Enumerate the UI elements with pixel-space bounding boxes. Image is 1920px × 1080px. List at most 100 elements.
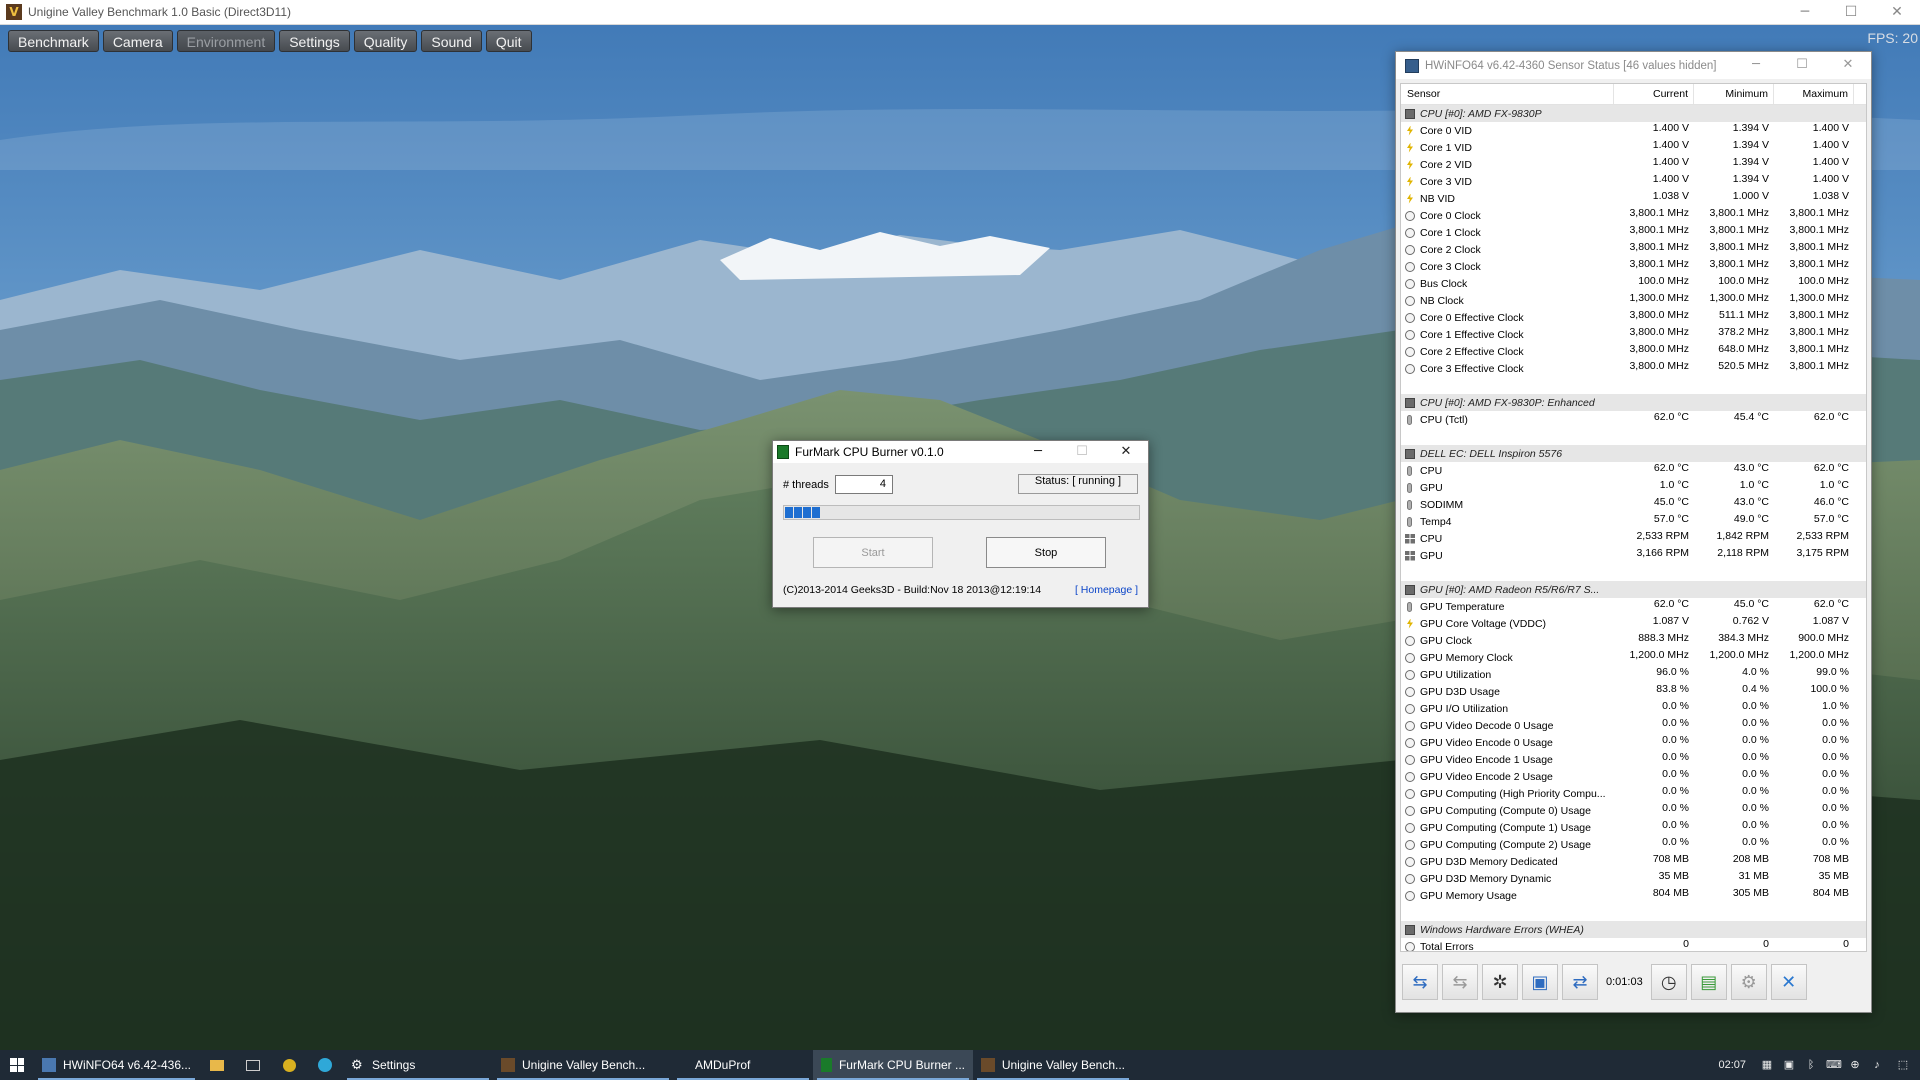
sensor-row[interactable]: GPU Computing (High Priority Compu... 0.0… (1401, 785, 1866, 802)
sensor-row[interactable]: Core 0 Effective Clock 3,800.0 MHz 511.1 M… (1401, 309, 1866, 326)
stop-button[interactable]: Stop (986, 537, 1106, 568)
sensor-row[interactable]: Core 2 VID 1.400 V 1.394 V 1.400 V (1401, 156, 1866, 173)
sensor-row[interactable]: NB Clock 1,300.0 MHz 1,300.0 MHz 1,300.0 MH… (1401, 292, 1866, 309)
clock-icon[interactable]: ◷ (1650, 964, 1687, 1000)
sensor-row[interactable]: CPU (Tctl) 62.0 °C 45.4 °C 62.0 °C (1401, 411, 1866, 428)
menu-quality-button[interactable]: Quality (353, 30, 418, 52)
start-button[interactable]: Start (813, 537, 933, 568)
network-icon[interactable]: ⊕ (1848, 1058, 1862, 1072)
menu-quit-button[interactable]: Quit (485, 30, 532, 52)
sensor-row[interactable]: GPU Core Voltage (VDDC) 1.087 V 0.762 V 1.0… (1401, 615, 1866, 632)
sensor-row[interactable]: GPU 1.0 °C 1.0 °C 1.0 °C (1401, 479, 1866, 496)
sensor-row[interactable]: GPU Memory Usage 804 MB 305 MB 804 MB (1401, 887, 1866, 904)
furmark-minimize-button[interactable]: ─ (1016, 441, 1060, 463)
bluetooth-icon[interactable]: ᛒ (1804, 1058, 1818, 1072)
homepage-link[interactable]: [ Homepage ] (1075, 584, 1138, 596)
hwinfo-minimize-button[interactable]: ─ (1733, 52, 1779, 79)
sensor-maximum-value: 35 MB (1818, 870, 1849, 882)
input-method-icon[interactable]: ⌨ (1826, 1058, 1842, 1072)
threads-input[interactable]: 4 (835, 475, 893, 494)
app-yellow-icon[interactable] (271, 1050, 307, 1080)
sensor-row[interactable]: Core 0 Clock 3,800.1 MHz 3,800.1 MHz 3,800.… (1401, 207, 1866, 224)
menu-environment-button[interactable]: Environment (176, 30, 276, 52)
sensor-row[interactable]: Temp4 57.0 °C 49.0 °C 57.0 °C (1401, 513, 1866, 530)
sensor-row[interactable]: Core 3 Effective Clock 3,800.0 MHz 520.5 M… (1401, 360, 1866, 377)
sensor-row[interactable]: GPU Video Encode 2 Usage 0.0 % 0.0 % 0.0 % (1401, 768, 1866, 785)
sensor-row[interactable]: NB VID 1.038 V 1.000 V 1.038 V (1401, 190, 1866, 207)
notification-icon[interactable]: ⬚ (1896, 1058, 1910, 1072)
sensor-row[interactable]: GPU Memory Clock 1,200.0 MHz 1,200.0 MHz 1,… (1401, 649, 1866, 666)
add-log-icon[interactable]: ▤ (1690, 964, 1727, 1000)
sensor-row[interactable]: Core 3 Clock 3,800.1 MHz 3,800.1 MHz 3,800.… (1401, 258, 1866, 275)
start-button[interactable] (0, 1050, 34, 1080)
edge-browser-icon[interactable] (307, 1050, 343, 1080)
taskbar-item-unigine-2[interactable]: Unigine Valley Bench... (973, 1050, 1133, 1080)
furmark-titlebar[interactable]: FurMark CPU Burner v0.1.0 ─ ☐ ✕ (773, 441, 1148, 463)
sensor-row[interactable]: Core 1 Clock 3,800.1 MHz 3,800.1 MHz 3,800.… (1401, 224, 1866, 241)
sensor-row[interactable]: SODIMM 45.0 °C 43.0 °C 46.0 °C (1401, 496, 1866, 513)
sensor-row[interactable]: GPU Computing (Compute 2) Usage 0.0 % 0.0 … (1401, 836, 1866, 853)
sensor-row[interactable]: GPU D3D Usage 83.8 % 0.4 % 100.0 % (1401, 683, 1866, 700)
taskbar-item-hwinfo[interactable]: HWiNFO64 v6.42-436... (34, 1050, 199, 1080)
network-icon[interactable]: ⇄ (1562, 964, 1598, 1000)
sensor-row[interactable]: GPU D3D Memory Dedicated 708 MB 208 MB 708 … (1401, 853, 1866, 870)
maximize-button[interactable]: ☐ (1828, 0, 1874, 25)
hwinfo-titlebar[interactable]: HWiNFO64 v6.42-4360 Sensor Status [46 va… (1396, 52, 1871, 79)
hwinfo-maximize-button[interactable]: ☐ (1779, 52, 1825, 79)
furmark-close-button[interactable]: ✕ (1104, 441, 1148, 463)
forward-arrows-icon[interactable]: ⇆ (1442, 964, 1478, 1000)
settings-gear-icon[interactable]: ⚙ (1730, 964, 1767, 1000)
column-maximum[interactable]: Maximum (1774, 84, 1854, 104)
sensor-row[interactable]: Core 1 VID 1.400 V 1.394 V 1.400 V (1401, 139, 1866, 156)
sensor-row[interactable]: GPU Computing (Compute 0) Usage 0.0 % 0.0 … (1401, 802, 1866, 819)
sensor-row[interactable]: Core 0 VID 1.400 V 1.394 V 1.400 V (1401, 122, 1866, 139)
file-explorer-icon[interactable] (199, 1050, 235, 1080)
sensor-row[interactable]: CPU 62.0 °C 43.0 °C 62.0 °C (1401, 462, 1866, 479)
taskbar-item-settings[interactable]: ⚙ Settings (343, 1050, 493, 1080)
menu-benchmark-button[interactable]: Benchmark (8, 30, 99, 52)
sensor-row[interactable]: GPU Computing (Compute 1) Usage 0.0 % 0.0 … (1401, 819, 1866, 836)
column-current[interactable]: Current (1614, 84, 1694, 104)
column-minimum[interactable]: Minimum (1694, 84, 1774, 104)
sensor-row[interactable]: GPU 3,166 RPM 2,118 RPM 3,175 RPM (1401, 547, 1866, 564)
sensor-row[interactable]: GPU Video Decode 0 Usage 0.0 % 0.0 % 0.0 % (1401, 717, 1866, 734)
menu-sound-button[interactable]: Sound (421, 30, 482, 52)
terminal-icon[interactable] (235, 1050, 271, 1080)
sensor-row[interactable]: Core 1 Effective Clock 3,800.0 MHz 378.2 M… (1401, 326, 1866, 343)
windows-security-icon[interactable]: ▣ (1782, 1058, 1796, 1072)
volume-icon[interactable]: ♪ (1870, 1058, 1884, 1072)
hwinfo-close-button[interactable]: ✕ (1825, 52, 1871, 79)
sensor-row[interactable]: GPU Clock 888.3 MHz 384.3 MHz 900.0 MHz (1401, 632, 1866, 649)
sensor-row[interactable]: GPU Utilization 96.0 % 4.0 % 99.0 % (1401, 666, 1866, 683)
sensor-group-header[interactable]: Windows Hardware Errors (WHEA) (1401, 921, 1866, 938)
taskbar-clock[interactable]: 02:07 (1718, 1059, 1746, 1071)
taskbar-item-furmark[interactable]: FurMark CPU Burner ... (813, 1050, 973, 1080)
minimize-button[interactable]: ─ (1782, 0, 1828, 25)
menu-camera-button[interactable]: Camera (102, 30, 173, 52)
fan-settings-icon[interactable]: ✲ (1482, 964, 1518, 1000)
sensor-group-header[interactable]: DELL EC: DELL Inspiron 5576 (1401, 445, 1866, 462)
sensor-row[interactable]: GPU I/O Utilization 0.0 % 0.0 % 1.0 % (1401, 700, 1866, 717)
sensor-row[interactable]: GPU Video Encode 0 Usage 0.0 % 0.0 % 0.0 % (1401, 734, 1866, 751)
sensor-row[interactable]: Core 2 Clock 3,800.1 MHz 3,800.1 MHz 3,800.… (1401, 241, 1866, 258)
sensor-row[interactable]: CPU 2,533 RPM 1,842 RPM 2,533 RPM (1401, 530, 1866, 547)
sensor-row[interactable]: Total Errors 0 0 0 (1401, 938, 1866, 951)
menu-settings-button[interactable]: Settings (279, 30, 350, 52)
sensor-row[interactable]: Core 2 Effective Clock 3,800.0 MHz 648.0 M… (1401, 343, 1866, 360)
close-button[interactable]: ✕ (1874, 0, 1920, 25)
sensor-group-header[interactable]: CPU [#0]: AMD FX-9830P: Enhanced (1401, 394, 1866, 411)
back-arrows-icon[interactable]: ⇆ (1402, 964, 1438, 1000)
taskbar-item-amduprof[interactable]: AMDuProf (673, 1050, 813, 1080)
sensor-group-header[interactable]: CPU [#0]: AMD FX-9830P (1401, 105, 1866, 122)
taskbar-item-unigine-1[interactable]: Unigine Valley Bench... (493, 1050, 673, 1080)
sensor-row[interactable]: GPU Video Encode 1 Usage 0.0 % 0.0 % 0.0 % (1401, 751, 1866, 768)
sensor-row[interactable]: GPU D3D Memory Dynamic 35 MB 31 MB 35 MB (1401, 870, 1866, 887)
sensor-group-header[interactable]: GPU [#0]: AMD Radeon R5/R6/R7 S... (1401, 581, 1866, 598)
hwinfo-tray-icon[interactable]: ▦ (1760, 1058, 1774, 1072)
close-x-icon[interactable]: ✕ (1770, 964, 1807, 1000)
sensor-row[interactable]: Bus Clock 100.0 MHz 100.0 MHz 100.0 MHz (1401, 275, 1866, 292)
sensor-row[interactable]: Core 3 VID 1.400 V 1.394 V 1.400 V (1401, 173, 1866, 190)
column-sensor[interactable]: Sensor (1401, 84, 1614, 104)
monitor-report-icon[interactable]: ▣ (1522, 964, 1558, 1000)
sensor-row[interactable]: GPU Temperature 62.0 °C 45.0 °C 62.0 °C (1401, 598, 1866, 615)
